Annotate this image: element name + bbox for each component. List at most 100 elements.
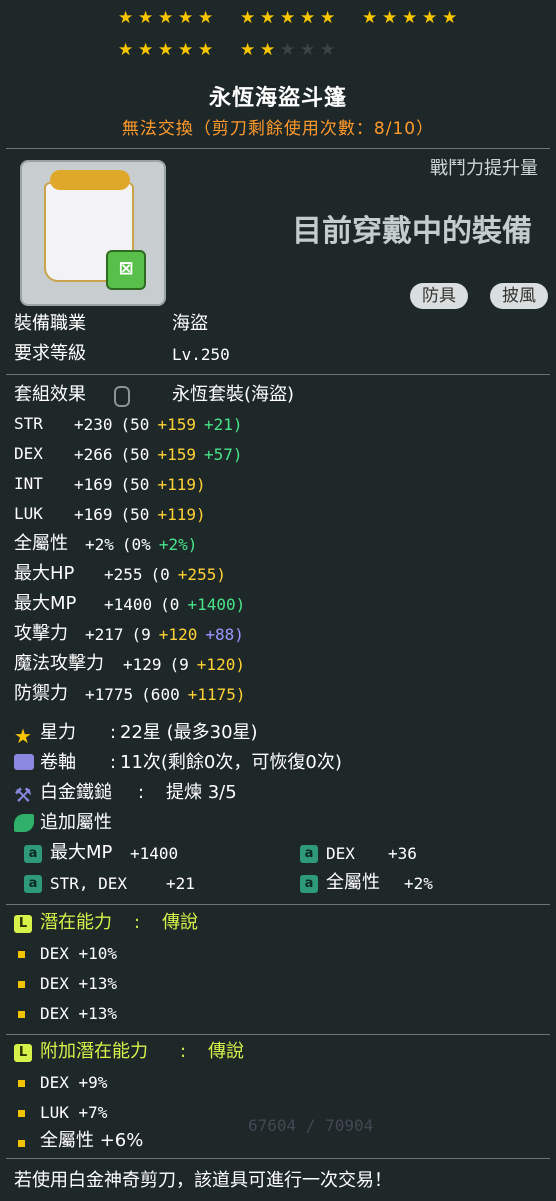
star-filled-icon: ★ bbox=[300, 8, 316, 28]
star-filled-icon: ★ bbox=[240, 40, 256, 60]
footer-note: 若使用白金神奇剪刀，該道具可進行一次交易！ bbox=[14, 1170, 392, 1191]
stat-grn: +1400) bbox=[187, 595, 246, 614]
star-empty-icon: ★ bbox=[300, 40, 316, 60]
bullet-icon bbox=[18, 1140, 25, 1147]
rank-icon: a bbox=[24, 875, 42, 893]
stat-yel: +159 bbox=[157, 445, 196, 464]
stat-values: +230 (50 +159 +21) bbox=[74, 414, 251, 436]
bow-decoration-icon bbox=[50, 170, 130, 190]
stat-name: 防禦力 bbox=[14, 683, 68, 704]
star-filled-icon: ★ bbox=[362, 8, 378, 28]
star-empty-icon: ★ bbox=[320, 40, 336, 60]
trade-status: 無法交換（剪刀剩餘使用次數：8/10） bbox=[121, 119, 435, 139]
star-filled-icon: ★ bbox=[422, 8, 438, 28]
potential-label: 潛在能力 bbox=[40, 912, 112, 933]
stat-blu: +88) bbox=[205, 625, 244, 644]
bullet-icon bbox=[18, 981, 25, 988]
star-filled-icon: ★ bbox=[158, 8, 174, 28]
stat-base: (0 bbox=[150, 565, 170, 584]
star-filled-icon: ★ bbox=[178, 40, 194, 60]
divider bbox=[6, 1034, 550, 1035]
star-filled-icon: ★ bbox=[138, 8, 154, 28]
potential-line: DEX +13% bbox=[40, 974, 118, 993]
hammer-value: 提煉 3/5 bbox=[166, 782, 237, 803]
job-label: 裝備職業 bbox=[14, 313, 86, 334]
stat-base: (9 bbox=[169, 655, 189, 674]
bonus-potential-label: 附加潛在能力 bbox=[40, 1041, 148, 1062]
stat-base: (0% bbox=[121, 535, 151, 554]
stat-base: (600 bbox=[141, 685, 180, 704]
divider bbox=[6, 1158, 550, 1159]
legendary-icon: L bbox=[14, 1044, 32, 1062]
stat-yel: +1175) bbox=[187, 685, 246, 704]
stat-values: +255 (0 +255) bbox=[104, 564, 234, 586]
divider bbox=[6, 904, 550, 905]
stat-total: +169 bbox=[74, 475, 113, 494]
flame-item-name: DEX bbox=[326, 844, 355, 863]
bonus-line: DEX +9% bbox=[40, 1073, 108, 1092]
bullet-icon bbox=[18, 951, 25, 958]
stat-yel: +119) bbox=[157, 505, 206, 524]
star-filled-icon: ★ bbox=[198, 8, 214, 28]
combat-power-label: 戰鬥力提升量 bbox=[430, 158, 538, 179]
level-label: 要求等級 bbox=[14, 343, 86, 364]
bullet-icon bbox=[18, 1080, 25, 1087]
rank-icon: a bbox=[300, 845, 318, 863]
star-filled-icon: ★ bbox=[260, 40, 276, 60]
mouse-icon bbox=[114, 386, 130, 407]
stat-total: +230 bbox=[74, 415, 113, 434]
tag-cape: 披風 bbox=[490, 283, 548, 309]
scroll-colon: : bbox=[110, 752, 117, 773]
star-icon: ★ bbox=[14, 724, 32, 748]
star-force-row-1: ★ ★ ★ ★ ★ ★ ★ ★ ★ ★ ★ ★ ★ ★ ★ bbox=[0, 8, 556, 32]
stat-base: (50 bbox=[120, 505, 150, 524]
stat-total: +169 bbox=[74, 505, 113, 524]
flame-item-name: STR, DEX bbox=[50, 874, 128, 893]
flame-item-value: +21 bbox=[166, 874, 195, 893]
bonus-potential-colon: : bbox=[180, 1041, 187, 1062]
stat-name: INT bbox=[14, 474, 43, 493]
stat-values: +2% (0% +2%) bbox=[85, 534, 205, 556]
stat-name: 最大MP bbox=[14, 593, 77, 614]
bonus-potential-grade: 傳說 bbox=[208, 1041, 244, 1062]
star-filled-icon: ★ bbox=[158, 40, 174, 60]
bullet-icon bbox=[18, 1110, 25, 1117]
stat-base: (0 bbox=[160, 595, 180, 614]
potential-colon: : bbox=[134, 912, 141, 933]
potential-line: DEX +10% bbox=[40, 944, 118, 963]
scroll-label: 卷軸 bbox=[40, 752, 76, 773]
bonus-line: LUK +7% bbox=[40, 1103, 108, 1122]
lock-icon: ⊠ bbox=[106, 250, 146, 290]
star-filled-icon: ★ bbox=[442, 8, 458, 28]
star-filled-icon: ★ bbox=[280, 8, 296, 28]
bullet-icon bbox=[18, 1011, 25, 1018]
stat-total: +2% bbox=[85, 535, 114, 554]
stat-name: 最大HP bbox=[14, 563, 75, 584]
legendary-icon: L bbox=[14, 915, 32, 933]
job-value: 海盜 bbox=[172, 313, 208, 334]
starforce-colon: : bbox=[110, 722, 117, 743]
scroll-value: 11次(剩餘0次，可恢復0次) bbox=[120, 752, 342, 773]
star-filled-icon: ★ bbox=[198, 40, 214, 60]
flame-item-value: +36 bbox=[388, 844, 417, 863]
stat-base: (50 bbox=[120, 475, 150, 494]
equipped-label: 目前穿戴中的裝備 bbox=[292, 214, 532, 249]
stat-name: DEX bbox=[14, 444, 43, 463]
star-empty-icon: ★ bbox=[280, 40, 296, 60]
tag-armor: 防具 bbox=[410, 283, 468, 309]
star-filled-icon: ★ bbox=[402, 8, 418, 28]
potential-line: DEX +13% bbox=[40, 1004, 118, 1023]
bonus-line: 全屬性 +6% bbox=[40, 1130, 144, 1151]
stat-base: (9 bbox=[131, 625, 151, 644]
stat-total: +266 bbox=[74, 445, 113, 464]
star-filled-icon: ★ bbox=[260, 8, 276, 28]
item-tooltip: ★ ★ ★ ★ ★ ★ ★ ★ ★ ★ ★ ★ ★ ★ ★ ★ ★ ★ ★ ★ ★ ★ ★ ★ ★ 永恆海盜斗篷 無法交換（剪… bbox=[0, 0, 556, 1201]
star-filled-icon: ★ bbox=[178, 8, 194, 28]
divider bbox=[6, 374, 550, 375]
hammer-label: 白金鐵鎚 bbox=[40, 782, 112, 803]
stat-total: +129 bbox=[123, 655, 162, 674]
flame-item-value: +1400 bbox=[130, 844, 179, 863]
stat-yel: +255) bbox=[177, 565, 226, 584]
stat-base: (50 bbox=[120, 415, 150, 434]
stat-grn: +57) bbox=[203, 445, 243, 464]
